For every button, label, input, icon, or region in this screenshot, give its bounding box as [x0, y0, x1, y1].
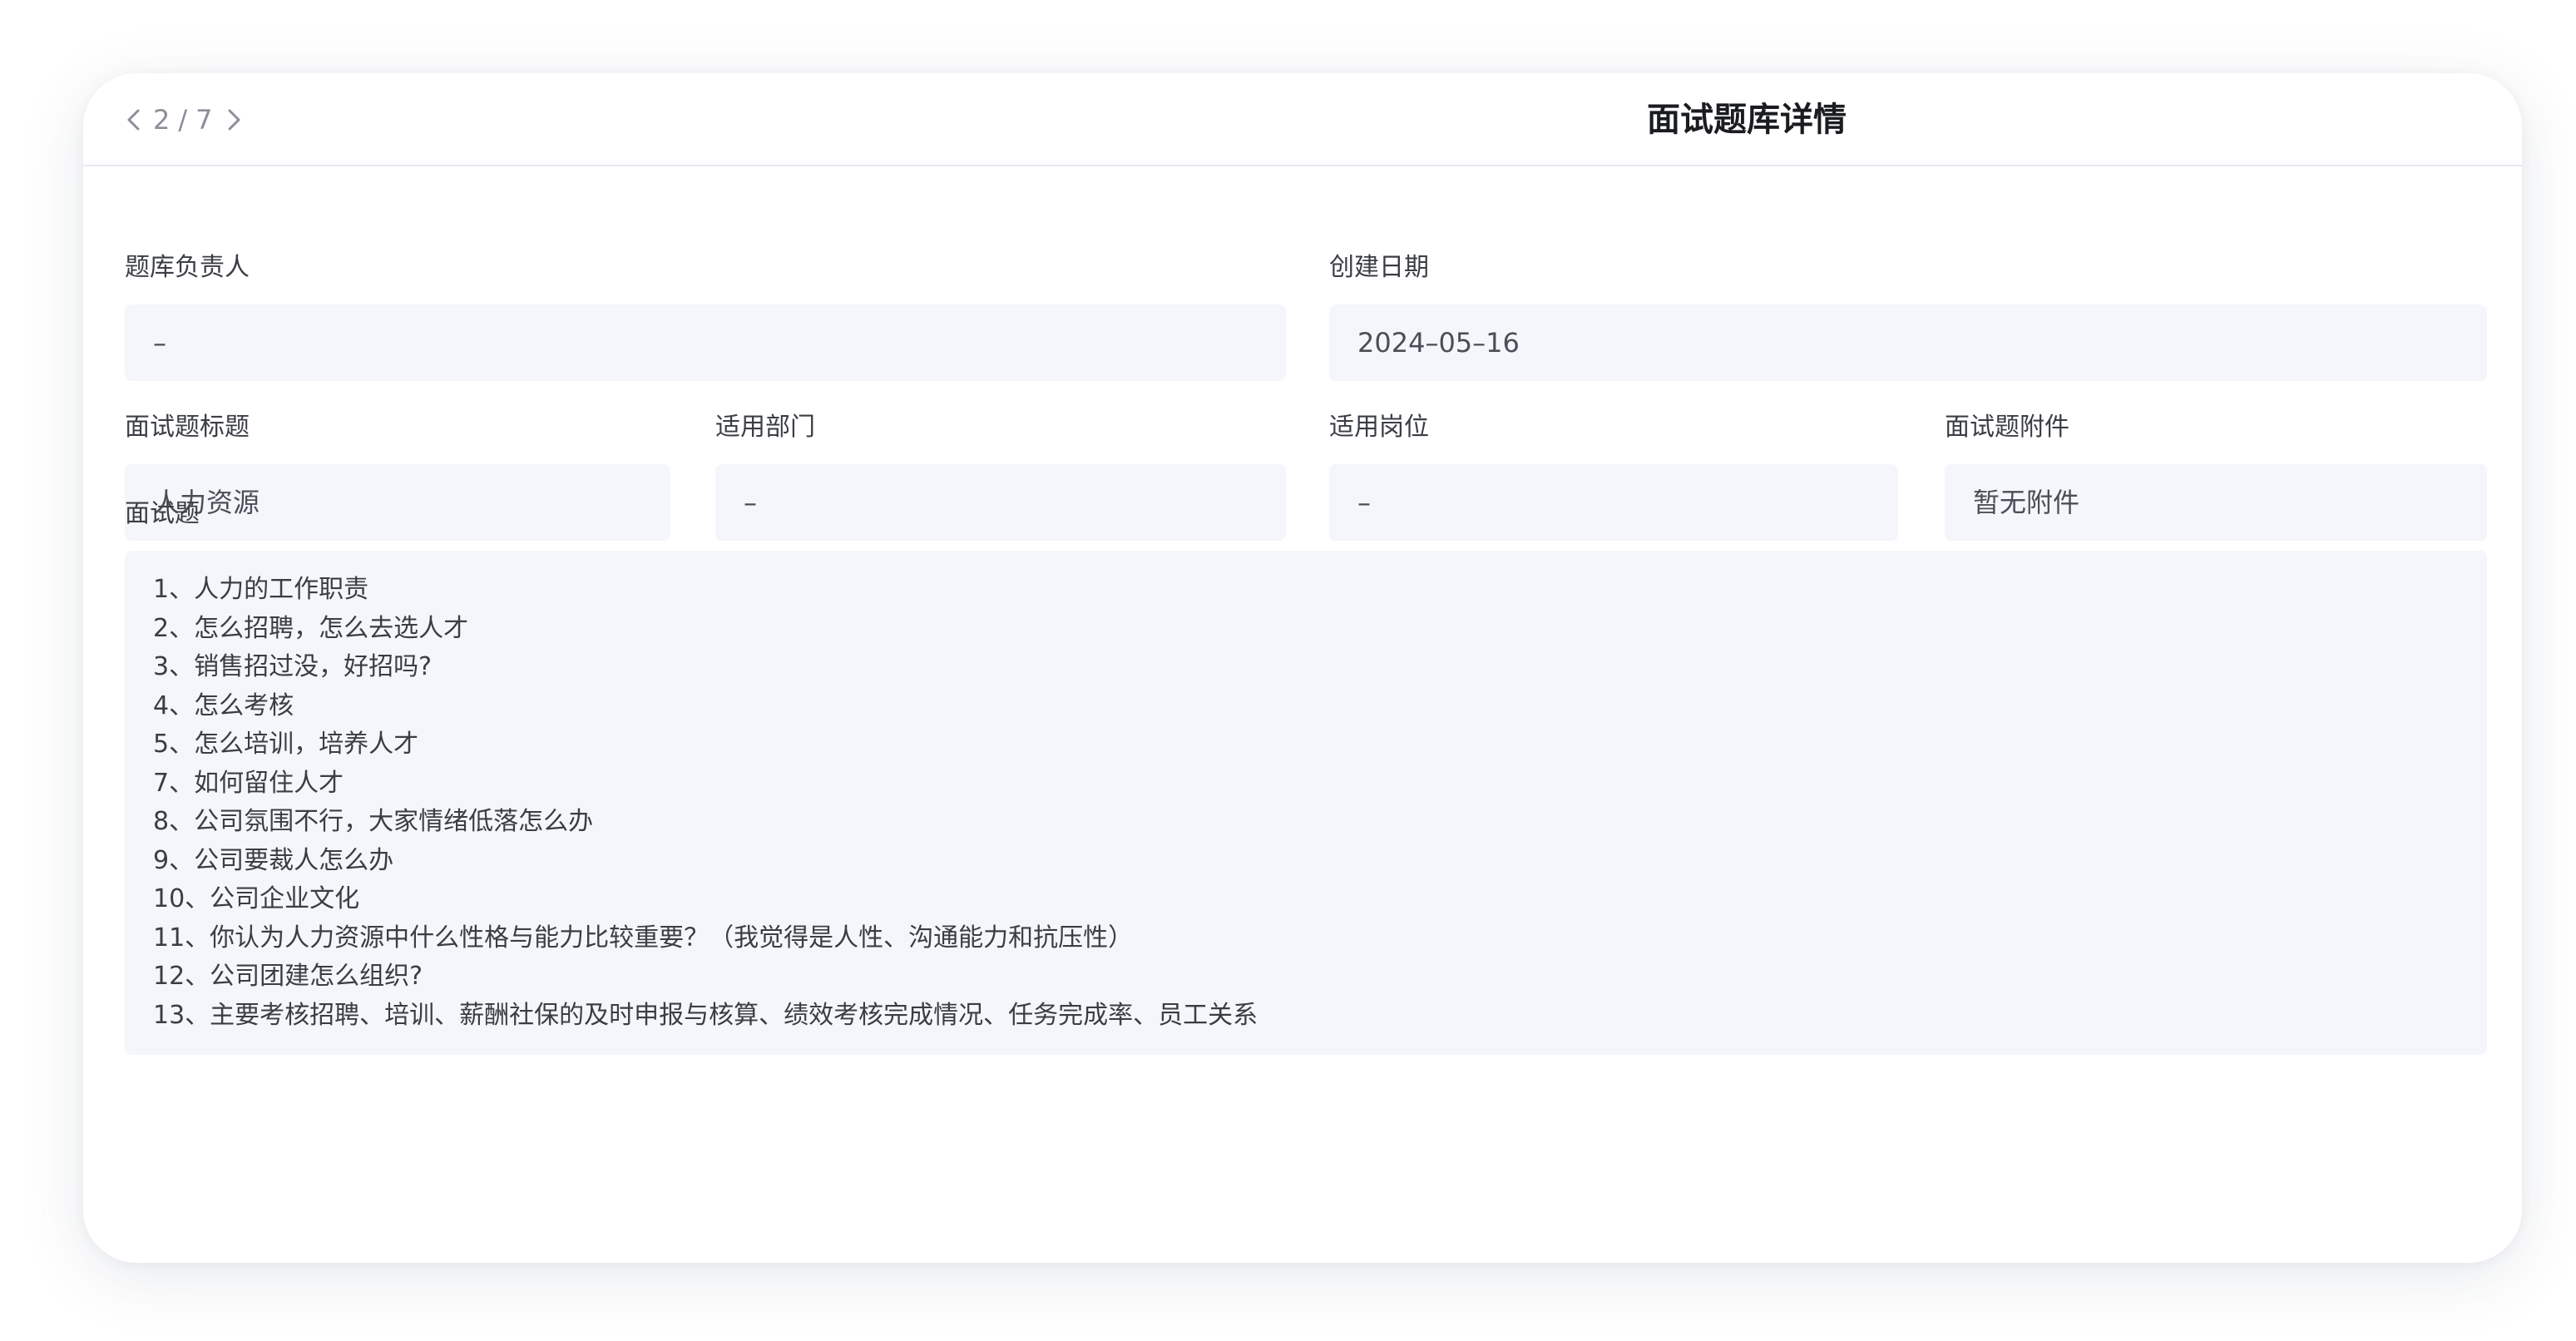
- question-line: 8、公司氛围不行，大家情绪低落怎么办: [153, 807, 594, 836]
- question-line: 5、怎么培训，培养人才: [153, 730, 419, 759]
- pager-separator: /: [178, 104, 190, 136]
- question-line: 3、销售招过没，好招吗?: [153, 652, 433, 681]
- position-label: 适用岗位: [1329, 413, 1429, 442]
- position-field: –: [1329, 464, 1898, 541]
- question-title-label: 面试题标题: [125, 413, 250, 442]
- pager-total: 7: [195, 104, 215, 136]
- created-date-field: 2024–05–16: [1329, 304, 2487, 381]
- question-line: 9、公司要裁人怎么办: [153, 845, 394, 875]
- question-line: 12、公司团建怎么组织?: [153, 962, 423, 991]
- chevron-left-icon[interactable]: [118, 98, 150, 141]
- questions-box: 1、人力的工作职责 2、怎么招聘，怎么去选人才 3、销售招过没，好招吗? 4、怎…: [125, 551, 2487, 1055]
- question-title-field: 人力资源: [125, 464, 670, 541]
- owner-field: –: [125, 304, 1286, 381]
- question-line: 11、你认为人力资源中什么性格与能力比较重要？（我觉得是人性、沟通能力和抗压性）: [153, 923, 1134, 953]
- question-line: 1、人力的工作职责: [153, 575, 369, 604]
- question-line: 2、怎么招聘，怎么去选人才: [153, 613, 469, 643]
- attachment-label: 面试题附件: [1945, 413, 2069, 442]
- owner-label: 题库负责人: [125, 253, 250, 282]
- dialog-header: 2 / 7 面试题库详情: [83, 73, 2522, 166]
- questions-label: 面试题: [125, 499, 200, 528]
- question-line: 4、怎么考核: [153, 690, 294, 720]
- attachment-field: 暂无附件: [1945, 464, 2487, 541]
- chevron-right-icon[interactable]: [218, 98, 250, 141]
- department-label: 适用部门: [715, 413, 815, 442]
- created-date-label: 创建日期: [1329, 253, 1429, 282]
- question-line: 10、公司企业文化: [153, 884, 360, 913]
- detail-dialog: 2 / 7 面试题库详情 题库负责人 – 创建日期 2024–05–16 面试题…: [83, 73, 2522, 1263]
- department-field: –: [715, 464, 1286, 541]
- page-stage: 2 / 7 面试题库详情 题库负责人 – 创建日期 2024–05–16 面试题…: [0, 0, 2576, 1341]
- question-line: 13、主要考核招聘、培训、薪酬社保的及时申报与核算、绩效考核完成情况、任务完成率…: [153, 1000, 1258, 1030]
- record-pager: 2 / 7: [118, 98, 250, 141]
- pager-current: 2: [153, 104, 172, 136]
- question-line: 7、如何留住人才: [153, 768, 344, 798]
- dialog-title: 面试题库详情: [1647, 101, 1847, 139]
